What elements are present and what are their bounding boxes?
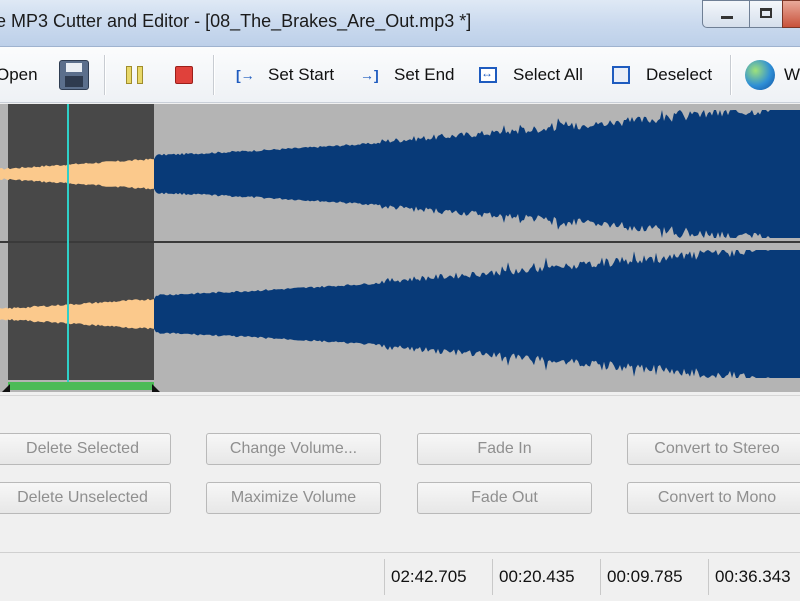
fade-out-button[interactable]: Fade Out [417,482,592,514]
select-all-label: Select All [513,64,583,84]
toolbar-divider [730,55,731,95]
set-end-button[interactable]: →] Set End [360,47,455,102]
change-volume-button[interactable]: Change Volume... [206,433,381,465]
toolbar-divider [104,55,105,95]
selection-end-time: 00:36.343 [708,559,800,595]
delete-selected-button[interactable]: Delete Selected [0,433,171,465]
delete-unselected-button[interactable]: Delete Unselected [0,482,171,514]
open-button[interactable]: Open [0,47,38,102]
minimize-button[interactable] [702,0,750,28]
pause-button[interactable] [126,47,144,102]
total-duration: 02:42.705 [384,559,492,595]
close-button[interactable] [782,0,800,28]
edit-actions-panel: Delete Selected Delete Unselected Change… [0,395,800,551]
website-button[interactable]: W [745,47,800,102]
set-start-label: Set Start [268,64,335,84]
title-bar: e MP3 Cutter and Editor - [08_The_Brakes… [0,0,800,47]
save-button[interactable] [59,47,89,102]
fade-in-button[interactable]: Fade In [417,433,592,465]
window-title: e MP3 Cutter and Editor - [08_The_Brakes… [0,11,472,31]
set-end-label: Set End [394,64,455,84]
set-end-icon: →] [360,66,379,83]
deselect-button[interactable]: Deselect [612,47,712,102]
stop-button[interactable] [175,47,193,102]
maximize-button[interactable] [749,0,783,28]
cursor-position: 00:20.435 [492,559,600,595]
toolbar-divider [213,55,214,95]
open-label: Open [0,64,38,84]
convert-mono-button[interactable]: Convert to Mono [627,482,800,514]
maximize-volume-button[interactable]: Maximize Volume [206,482,381,514]
deselect-icon [612,65,630,84]
website-label: W [784,64,800,84]
stop-icon [175,65,193,84]
floppy-icon [59,59,89,90]
select-all-icon [479,66,497,83]
deselect-label: Deselect [646,64,713,84]
selection-length: 00:09.785 [600,559,708,595]
selection-range-bar[interactable] [8,382,154,390]
select-all-button[interactable]: Select All [479,47,583,102]
convert-stereo-button[interactable]: Convert to Stereo [627,433,800,465]
waveform-view[interactable] [0,104,800,392]
set-start-icon: [→ [236,66,255,83]
pause-icon [126,65,144,84]
globe-icon [745,59,775,90]
set-start-button[interactable]: [→ Set Start [236,47,334,102]
toolbar: Open [→ Set Start →] Set End Select All … [0,47,800,103]
status-bar: 02:42.705 00:20.435 00:09.785 00:36.343 [0,552,800,601]
